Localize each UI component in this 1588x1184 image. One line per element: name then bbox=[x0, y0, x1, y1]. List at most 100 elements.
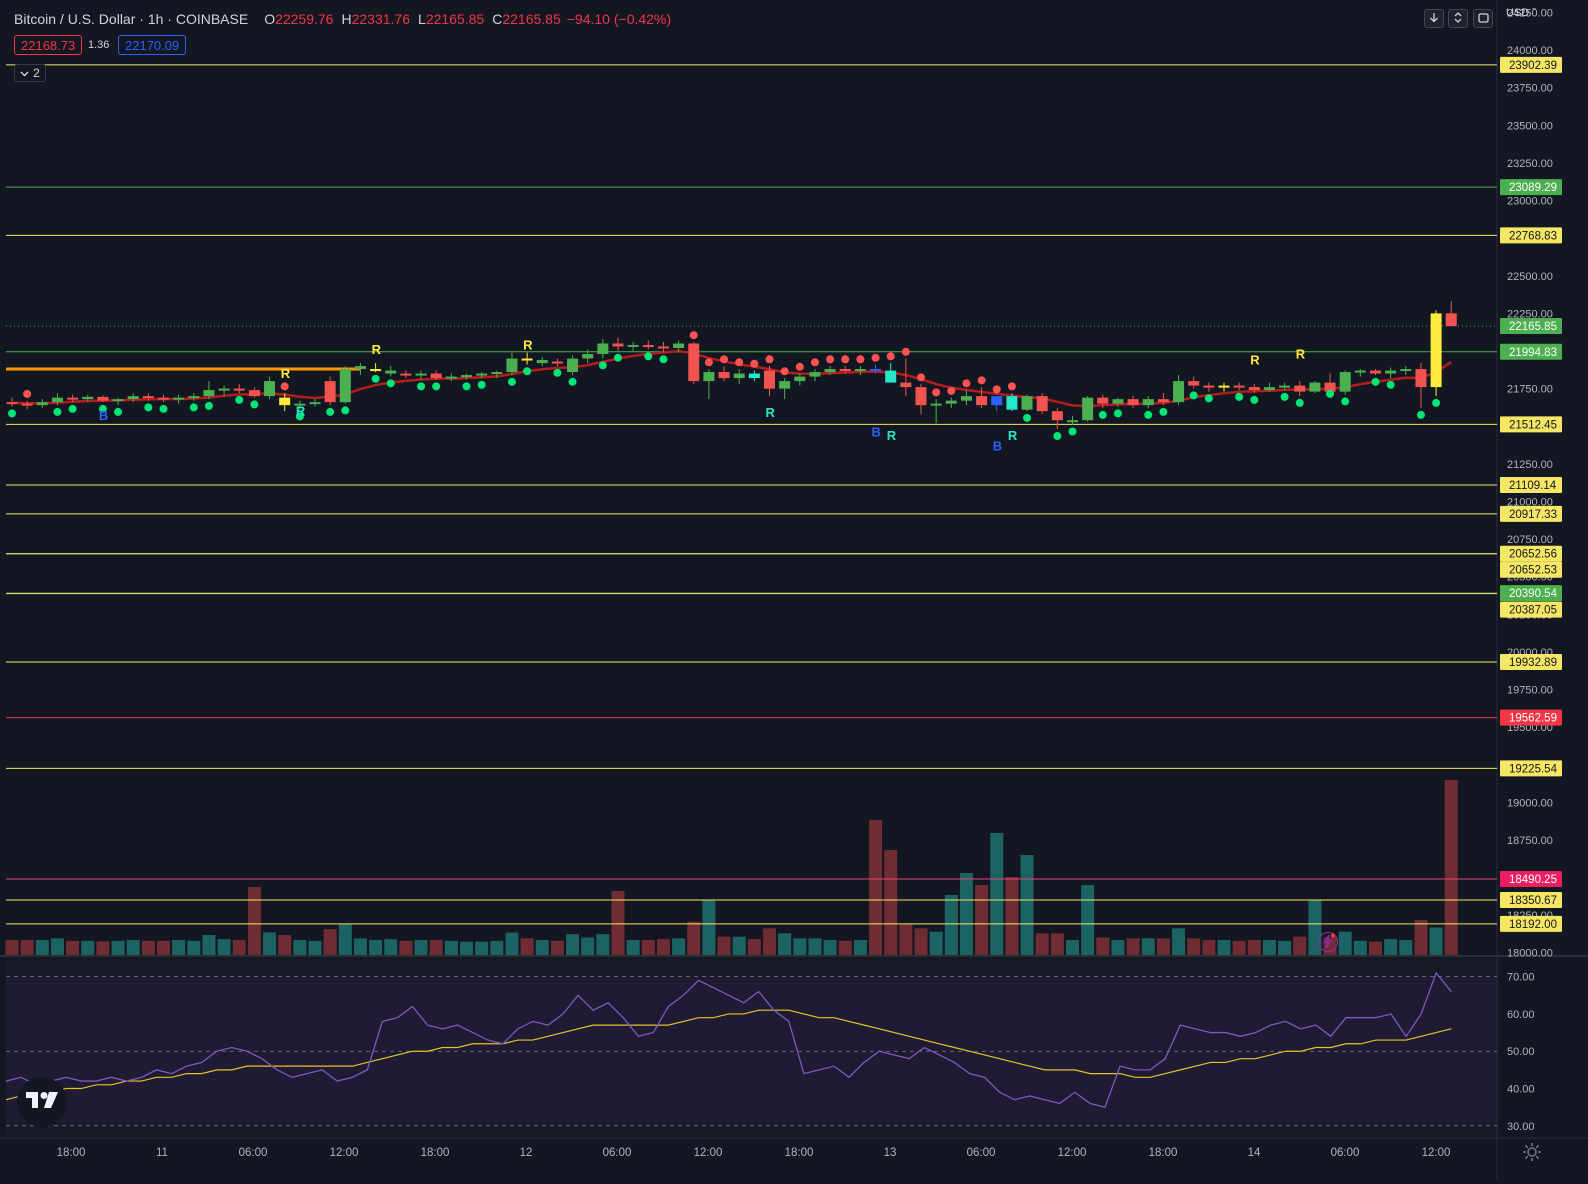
price-axis-tick: 21750.00 bbox=[1507, 384, 1553, 396]
price-axis-tick: 19750.00 bbox=[1507, 684, 1553, 696]
price-level-label: 21512.45 bbox=[1509, 419, 1557, 431]
rsi-axis-tick: 40.00 bbox=[1507, 1084, 1535, 1096]
candle-body bbox=[718, 372, 730, 379]
candle-body bbox=[1430, 313, 1442, 388]
currency-selector[interactable]: USD ˇ bbox=[1506, 7, 1536, 19]
signal-label: R bbox=[372, 342, 382, 357]
price-axis-tick: 22500.00 bbox=[1507, 271, 1553, 283]
candle-body bbox=[900, 382, 912, 388]
sar-dot bbox=[644, 352, 653, 361]
open-label: O bbox=[264, 11, 276, 27]
sar-dot bbox=[810, 358, 819, 367]
candle-body bbox=[551, 361, 563, 364]
candle-body bbox=[1051, 411, 1063, 421]
price-level-label: 18490.25 bbox=[1509, 874, 1557, 886]
chart-svg[interactable]: 24250.0024000.0023750.0023500.0023250.00… bbox=[0, 0, 1588, 1179]
sar-dot bbox=[826, 355, 835, 364]
maximize-button[interactable] bbox=[1448, 9, 1468, 28]
candle-body bbox=[1400, 369, 1412, 372]
time-axis-tick: 14 bbox=[1248, 1147, 1261, 1159]
tradingview-logo[interactable] bbox=[17, 1077, 67, 1127]
volume-bar bbox=[853, 940, 867, 955]
sar-dot bbox=[886, 352, 895, 361]
sar-dot bbox=[992, 385, 1001, 394]
sar-dot bbox=[735, 358, 744, 367]
volume-bar bbox=[490, 940, 504, 955]
volume-bar bbox=[656, 939, 670, 955]
sar-dot bbox=[250, 400, 259, 409]
price-level-label: 19225.54 bbox=[1509, 763, 1558, 775]
candle-body bbox=[1263, 387, 1275, 391]
alert-bolt-icon[interactable] bbox=[1318, 932, 1338, 952]
rsi-axis-tick: 70.00 bbox=[1507, 972, 1535, 984]
sar-dot bbox=[568, 377, 577, 386]
candle-body bbox=[794, 376, 806, 382]
price-level-label: 19562.59 bbox=[1509, 713, 1557, 725]
volume-bar bbox=[202, 935, 216, 955]
price-level-label: 20387.05 bbox=[1509, 605, 1557, 617]
candle-body bbox=[930, 403, 942, 406]
candle-body bbox=[960, 396, 972, 401]
settings-gear-button[interactable] bbox=[1521, 1141, 1543, 1163]
volume-bar bbox=[1399, 940, 1413, 955]
volume-bar bbox=[1066, 940, 1079, 955]
candle-body bbox=[854, 369, 866, 372]
candle-body bbox=[309, 402, 321, 405]
chart-canvas[interactable]: 24250.00 24000.00 23750.00 23500.00 23250.00… bbox=[0, 0, 1588, 1179]
sar-dot bbox=[477, 380, 486, 389]
volume-bar bbox=[293, 940, 307, 955]
volume-bar bbox=[1035, 933, 1049, 955]
candle-body bbox=[764, 370, 775, 389]
sar-dot bbox=[159, 404, 168, 413]
time-axis-tick: 12:00 bbox=[1422, 1147, 1451, 1159]
time-axis-tick: 12:00 bbox=[1058, 1147, 1087, 1159]
time-axis-tick: 13 bbox=[884, 1147, 897, 1159]
currency-label: USD bbox=[1506, 7, 1530, 19]
buy-price-button[interactable]: 22170.09 bbox=[118, 35, 187, 55]
volume-bar bbox=[263, 932, 277, 955]
volume-bar bbox=[869, 820, 883, 955]
price-level-label: 19932.89 bbox=[1509, 657, 1557, 669]
sell-price-button[interactable]: 22168.73 bbox=[14, 35, 83, 55]
volume-bar bbox=[611, 891, 625, 955]
volume-bar bbox=[1217, 940, 1231, 955]
price-axis-tick: 23500.00 bbox=[1507, 120, 1553, 132]
symbol-title[interactable]: Bitcoin / U.S. Dollar · 1h · COINBASE bbox=[14, 11, 248, 27]
sar-dot bbox=[1053, 431, 1062, 440]
candle-body bbox=[642, 344, 654, 347]
candle-body bbox=[748, 373, 760, 379]
sar-dot bbox=[417, 382, 426, 391]
sar-dot bbox=[68, 404, 77, 413]
price-level-label: 18350.67 bbox=[1509, 895, 1557, 907]
sar-dot bbox=[1113, 409, 1122, 418]
volume-bar bbox=[672, 938, 686, 955]
sar-dot bbox=[114, 407, 123, 416]
time-axis-tick: 06:00 bbox=[1331, 1147, 1360, 1159]
price-level-label: 21109.14 bbox=[1509, 480, 1557, 492]
candle-body bbox=[51, 397, 63, 403]
volume-bar bbox=[838, 940, 852, 955]
candle-body bbox=[461, 375, 472, 378]
volume-bar bbox=[217, 939, 231, 955]
price-level-label: 22165.85 bbox=[1509, 321, 1557, 333]
fullscreen-button[interactable] bbox=[1473, 9, 1493, 28]
volume-bar bbox=[899, 924, 913, 955]
volume-bar bbox=[172, 940, 186, 955]
candle-body bbox=[67, 397, 79, 400]
indicators-collapse-button[interactable]: 2 bbox=[14, 64, 46, 82]
candle-body bbox=[97, 396, 109, 401]
volume-bar bbox=[884, 850, 898, 955]
volume-bar bbox=[323, 929, 337, 955]
volume-bar bbox=[1369, 941, 1382, 955]
sar-dot bbox=[689, 331, 698, 340]
candle-body bbox=[1294, 385, 1306, 392]
sar-dot bbox=[1204, 394, 1213, 403]
candle-body bbox=[339, 369, 351, 403]
time-axis-tick: 11 bbox=[156, 1147, 168, 1159]
scroll-down-button[interactable] bbox=[1424, 9, 1444, 28]
volume-bar bbox=[990, 833, 1004, 955]
spread-value: 1.36 bbox=[88, 39, 110, 51]
sar-dot bbox=[1023, 413, 1032, 422]
signal-label: R bbox=[523, 337, 533, 352]
volume-bar bbox=[1156, 938, 1170, 955]
